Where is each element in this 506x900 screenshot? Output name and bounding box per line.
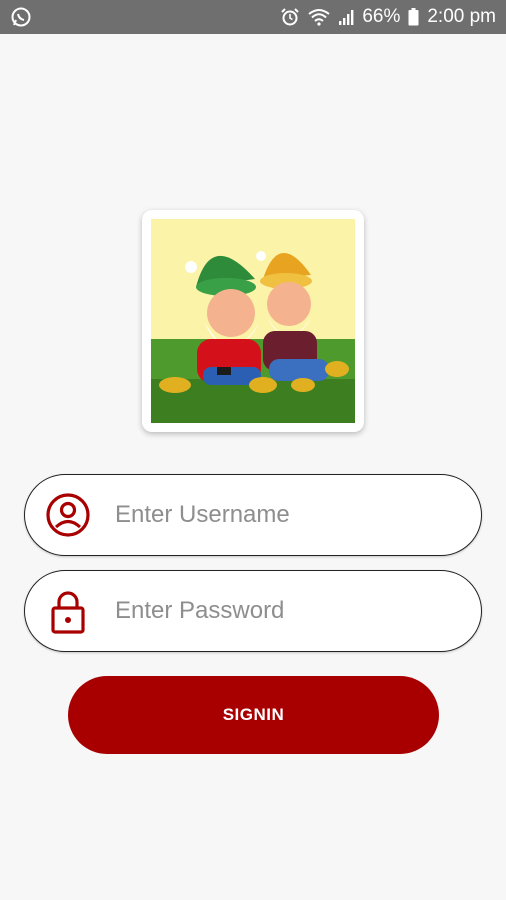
app-logo	[142, 210, 364, 432]
password-field[interactable]	[24, 570, 482, 652]
wifi-icon	[308, 9, 330, 26]
status-time: 2:00 pm	[427, 6, 496, 27]
battery-icon	[408, 8, 419, 26]
status-left	[10, 6, 32, 28]
username-field[interactable]	[24, 474, 482, 556]
user-circle-icon	[46, 493, 90, 537]
password-input[interactable]	[113, 596, 447, 626]
username-input[interactable]	[113, 500, 447, 530]
signin-button[interactable]: SIGNIN	[68, 676, 439, 754]
alarm-icon	[281, 8, 300, 26]
status-bar: 66% 2:00 pm	[0, 0, 506, 34]
whatsapp-icon	[11, 7, 31, 27]
signal-icon	[339, 10, 354, 25]
status-right: 66% 2:00 pm	[280, 6, 496, 28]
battery-percent: 66%	[362, 6, 401, 27]
lock-icon	[51, 591, 85, 634]
dwarves-logo-image	[151, 219, 355, 423]
